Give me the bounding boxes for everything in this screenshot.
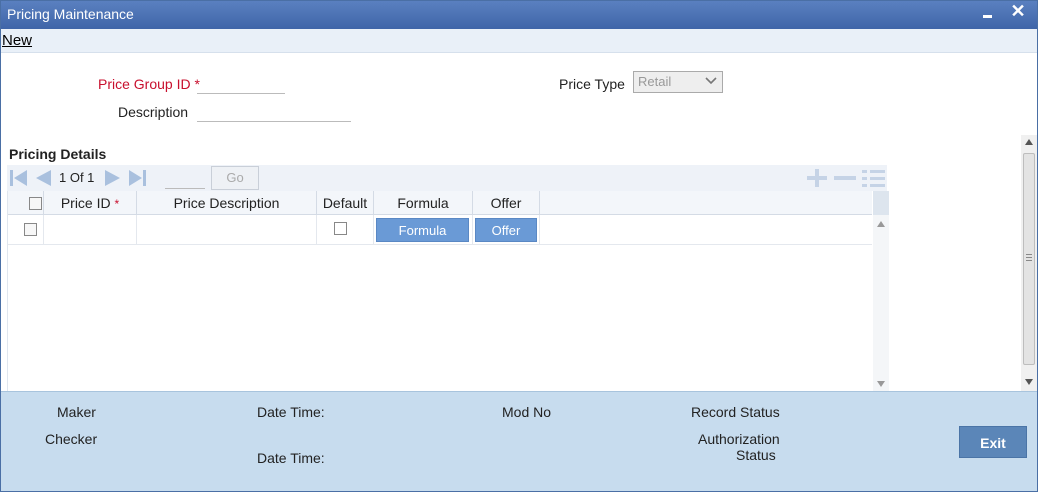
title-bar: Pricing Maintenance ✕: [1, 1, 1037, 29]
grip-icon: [1026, 254, 1032, 261]
add-row-icon[interactable]: [805, 168, 829, 188]
select-all-checkbox[interactable]: [29, 197, 42, 210]
formula-button[interactable]: Formula: [376, 218, 469, 242]
pricing-details-title: Pricing Details: [9, 146, 107, 162]
exit-button[interactable]: Exit: [959, 426, 1027, 458]
table-row: Formula Offer: [8, 215, 872, 245]
maker-label: Maker: [57, 404, 96, 420]
grid-header: Price ID * Price Description Default For…: [8, 191, 872, 215]
grid-toolbar: 1 Of 1 Go: [7, 165, 887, 191]
maker-date-time-label: Date Time:: [257, 404, 325, 420]
close-icon[interactable]: ✕: [1009, 1, 1027, 23]
column-header-default: Default: [317, 191, 374, 215]
grid-scrollbar-header: [873, 191, 889, 215]
goto-page-input[interactable]: [165, 167, 205, 189]
audit-footer: Maker Checker Date Time: Date Time: Mod …: [1, 391, 1037, 491]
price-group-id-input[interactable]: [197, 74, 285, 94]
default-cell: [317, 215, 374, 245]
row-checkbox[interactable]: [24, 223, 37, 236]
checker-date-time-label: Date Time:: [257, 450, 325, 466]
pricing-details-grid: Price ID * Price Description Default For…: [7, 191, 872, 391]
chevron-down-icon: [705, 77, 717, 85]
price-type-select[interactable]: Retail: [633, 71, 723, 93]
prev-page-icon[interactable]: [33, 168, 53, 188]
price-type-label: Price Type: [559, 76, 625, 92]
price-description-cell[interactable]: [137, 215, 317, 245]
column-header-offer: Offer: [473, 191, 540, 215]
price-id-cell[interactable]: [44, 215, 137, 245]
authorization-label: Authorization: [698, 431, 780, 447]
header-select-all-cell: [8, 191, 44, 215]
price-group-id-label: Price Group ID *: [98, 76, 200, 92]
delete-row-icon[interactable]: [833, 168, 857, 188]
pricing-maintenance-window: Pricing Maintenance ✕ New Price Group ID…: [0, 0, 1038, 492]
new-menu-item[interactable]: New: [2, 32, 32, 49]
next-page-icon[interactable]: [103, 168, 123, 188]
offer-button[interactable]: Offer: [475, 218, 537, 242]
authorization-status-label: Status: [736, 447, 776, 463]
record-status-label: Record Status: [691, 404, 780, 420]
minimize-icon[interactable]: [979, 3, 995, 25]
default-checkbox[interactable]: [334, 222, 347, 235]
window-scroll-down-icon[interactable]: [1025, 379, 1033, 385]
column-header-formula: Formula: [374, 191, 473, 215]
grid-scrollbar[interactable]: [873, 191, 889, 391]
column-header-price-id: Price ID *: [44, 191, 137, 215]
go-button[interactable]: Go: [211, 166, 259, 190]
offer-cell: Offer: [473, 215, 540, 245]
formula-cell: Formula: [374, 215, 473, 245]
price-type-value: Retail: [638, 74, 672, 89]
window-title: Pricing Maintenance: [7, 6, 134, 22]
first-page-icon[interactable]: [9, 168, 29, 188]
row-select-cell: [8, 215, 44, 245]
last-page-icon[interactable]: [127, 168, 147, 188]
single-view-icon[interactable]: [861, 168, 887, 188]
column-header-price-description: Price Description: [137, 191, 317, 215]
mod-no-label: Mod No: [502, 404, 552, 420]
window-scrollbar[interactable]: [1021, 135, 1037, 391]
menu-bar: New: [1, 29, 1037, 53]
pagination-text: 1 Of 1: [59, 170, 95, 185]
checker-label: Checker: [45, 431, 98, 447]
description-label: Description: [118, 104, 189, 120]
scroll-up-icon[interactable]: [877, 221, 885, 227]
description-input[interactable]: [197, 102, 351, 122]
scroll-down-icon[interactable]: [877, 381, 885, 387]
window-scroll-up-icon[interactable]: [1025, 139, 1033, 145]
window-scrollbar-thumb[interactable]: [1023, 153, 1035, 365]
